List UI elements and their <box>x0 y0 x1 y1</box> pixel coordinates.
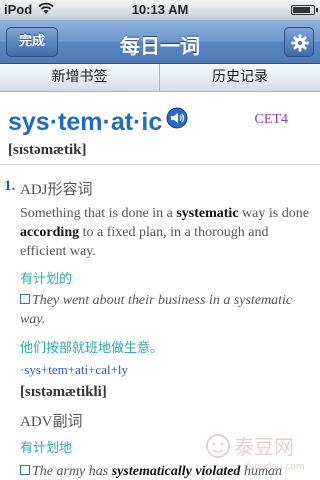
status-bar: iPod 10:13 AM <box>0 0 320 20</box>
keyword: according <box>20 225 80 240</box>
phonetic: [sɪstəmætik] <box>8 142 87 158</box>
divider <box>0 164 320 165</box>
example-sentence: They went about their business in a syst… <box>20 293 293 327</box>
example-bullet-icon <box>20 294 30 304</box>
watermark-logo: 泰豆网 ifsoudou.com <box>206 434 305 472</box>
pos-abbr: ADJ <box>20 182 48 198</box>
meaning-chinese: 有计划的 <box>20 272 73 287</box>
example-translation: 他们按部就班地做生意。 <box>20 341 164 356</box>
entry-content[interactable]: sys·tem·at·ic CET4 [sɪstəmætik] 1. ADJ形容… <box>0 92 320 480</box>
part-of-speech: ADJ形容词 <box>20 178 310 199</box>
headword: sys·tem·at·ic <box>8 108 163 136</box>
definition: Something that is done in a systematic w… <box>20 206 309 259</box>
pos-chinese: 形容词 <box>47 182 93 198</box>
battery-level <box>293 7 311 13</box>
example-bullet-icon <box>20 465 30 475</box>
speaker-icon[interactable] <box>166 107 188 129</box>
settings-button[interactable] <box>284 27 314 57</box>
keyword: systematic <box>176 206 239 221</box>
action-bar: 新增书签 历史记录 <box>0 64 320 92</box>
phonetic-adverb: [sɪstəmætikli] <box>20 384 107 400</box>
gear-icon <box>291 34 309 52</box>
history-button[interactable]: 历史记录 <box>160 64 320 91</box>
morphology: ·sys+tem+ati+cal+ly <box>20 362 129 377</box>
sense-number: 1. <box>4 178 16 194</box>
pos-chinese: 副词 <box>52 414 83 430</box>
status-time: 10:13 AM <box>131 2 189 17</box>
battery-icon <box>291 5 318 15</box>
page-title: 每日一词 <box>120 34 200 58</box>
watermark-text: 泰豆网 <box>234 435 294 459</box>
level-badge: CET4 <box>254 112 288 127</box>
watermark-url: ifsoudou.com <box>244 462 305 472</box>
add-bookmark-button[interactable]: 新增书签 <box>0 64 160 91</box>
pos-abbr: ADV <box>20 414 53 430</box>
navigation-bar: 完成 每日一词 <box>0 20 320 64</box>
